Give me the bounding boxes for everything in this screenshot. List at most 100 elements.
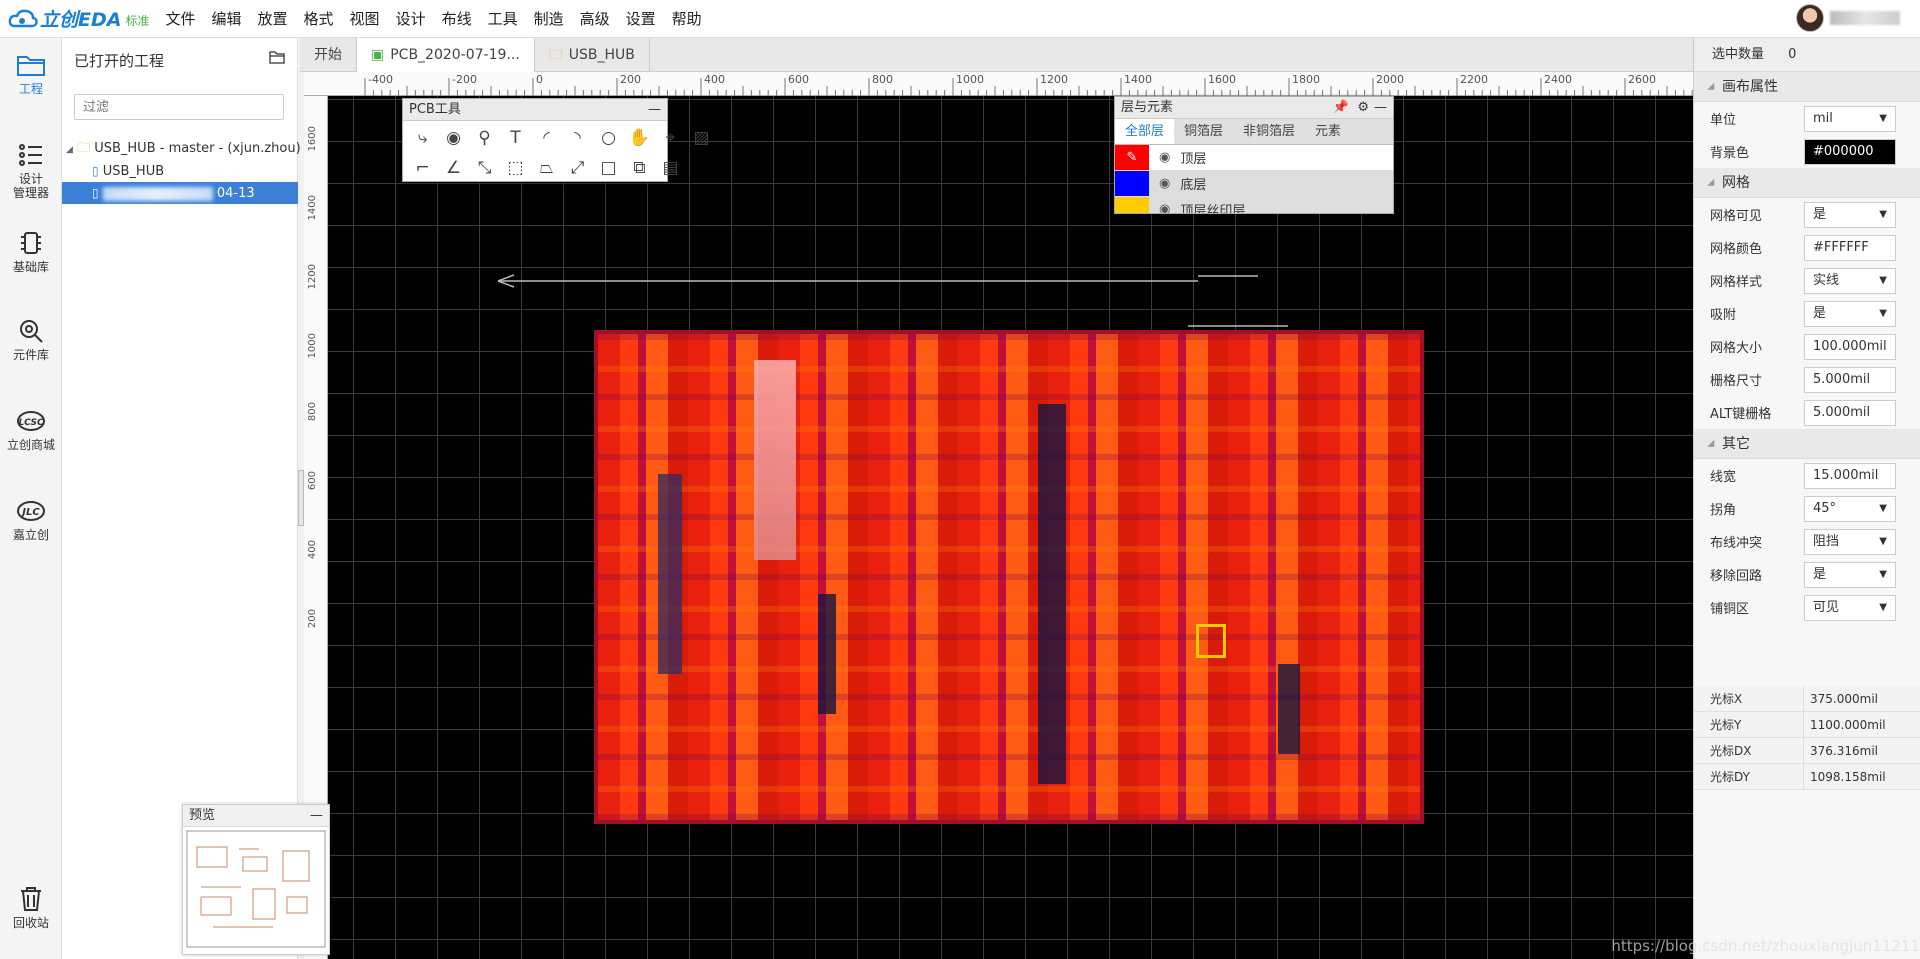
avatar[interactable]: [1796, 4, 1824, 32]
project-filter-input[interactable]: [74, 94, 284, 120]
layer-row-top[interactable]: ✎ ◉ 顶层: [1115, 145, 1393, 171]
ruler-y-label: 400: [307, 540, 318, 560]
menu-design[interactable]: 设计: [388, 0, 434, 38]
eye-icon[interactable]: ◉: [1159, 150, 1170, 165]
layer-row-top-silk[interactable]: ◉ 顶层丝印层: [1115, 197, 1393, 213]
tab-usb-hub[interactable]: 🗀 USB_HUB: [535, 38, 650, 72]
hole-tool-icon[interactable]: ⌖: [655, 123, 686, 153]
pad-tool-icon[interactable]: ◉: [438, 123, 469, 153]
nav-recycle-bin[interactable]: 回收站: [0, 886, 62, 930]
grid-style-select[interactable]: 实线 ▼: [1804, 267, 1896, 294]
tab-pcb[interactable]: ▣ PCB_2020-07-19...: [357, 38, 535, 72]
pcb-board[interactable]: [594, 330, 1424, 824]
circle-tool-icon[interactable]: ○: [593, 123, 624, 153]
nav-design-manager[interactable]: 设计 管理器: [0, 142, 62, 200]
nav-basic-lib[interactable]: 基础库: [0, 230, 62, 274]
grid-color-input[interactable]: #FFFFFF: [1804, 234, 1896, 261]
expand-triangle-icon[interactable]: ◢: [66, 145, 73, 155]
copper-area-select[interactable]: 可见 ▼: [1804, 594, 1896, 621]
tab-elements[interactable]: 元素: [1305, 119, 1351, 144]
tree-item-schematic[interactable]: ▯ USB_HUB: [62, 160, 298, 182]
select-box-tool-icon[interactable]: ⬚: [500, 153, 531, 183]
arc-tool-icon[interactable]: ◜: [531, 123, 562, 153]
alt-snap-input[interactable]: 5.000mil: [1804, 399, 1896, 426]
dropdown-arrow-icon: ▼: [1879, 112, 1887, 124]
connect-tool-icon[interactable]: ⌐: [407, 153, 438, 183]
text-tool-icon[interactable]: T: [500, 123, 531, 153]
tab-non-copper-layers[interactable]: 非铜箔层: [1233, 119, 1305, 144]
layer-color-swatch[interactable]: ✎: [1115, 145, 1149, 170]
minimize-icon[interactable]: —: [310, 805, 323, 827]
layer-color-swatch[interactable]: [1115, 197, 1149, 213]
unit-select[interactable]: mil ▼: [1804, 105, 1896, 132]
menu-advanced[interactable]: 高级: [572, 0, 618, 38]
canvas-origin-tool-icon[interactable]: ▤: [655, 153, 686, 183]
copper-area-tool-icon[interactable]: ⏢: [531, 153, 562, 183]
route-conflict-select[interactable]: 阻挡 ▼: [1804, 528, 1896, 555]
wire-tool-icon[interactable]: ⤡: [469, 153, 500, 183]
bg-color-input[interactable]: #000000: [1804, 138, 1896, 165]
remove-loop-select[interactable]: 是 ▼: [1804, 561, 1896, 588]
tab-all-layers[interactable]: 全部层: [1115, 119, 1175, 144]
menu-file[interactable]: 文件: [157, 0, 203, 38]
track-tool-icon[interactable]: ⤷: [407, 123, 438, 153]
tree-item-project[interactable]: ◢ 🗀 USB_HUB - master - (xjun.zhou): [62, 138, 301, 160]
via-tool-icon[interactable]: ⚲: [469, 123, 500, 153]
layers-header[interactable]: 层与元素 📌 ⚙ —: [1115, 97, 1393, 119]
tab-copper-layers[interactable]: 铜箔层: [1174, 119, 1233, 144]
gear-icon[interactable]: ⚙: [1357, 97, 1369, 119]
pcb-grid[interactable]: [328, 96, 1693, 959]
grid-visible-select[interactable]: 是 ▼: [1804, 201, 1896, 228]
prop-label: 移除回路: [1710, 569, 1763, 584]
menu-route[interactable]: 布线: [434, 0, 480, 38]
pan-tool-icon[interactable]: ✋: [624, 123, 655, 153]
menu-fabrication[interactable]: 制造: [526, 0, 572, 38]
preview-header[interactable]: 预览 —: [183, 805, 329, 827]
cursor-label: 光标DY: [1694, 764, 1804, 789]
corner-select[interactable]: 45° ▼: [1804, 495, 1896, 522]
selected-count-value: 0: [1788, 47, 1797, 62]
pin-icon[interactable]: 📌: [1333, 97, 1349, 119]
section-canvas-props[interactable]: 画布属性: [1694, 72, 1920, 102]
rect-tool-icon[interactable]: □: [593, 153, 624, 183]
arc2-tool-icon[interactable]: ◝: [562, 123, 593, 153]
layer-color-swatch[interactable]: [1115, 171, 1149, 196]
menu-view[interactable]: 视图: [342, 0, 388, 38]
pcb-tools-header[interactable]: PCB工具 —: [403, 99, 667, 121]
nav-project[interactable]: 工程: [0, 52, 62, 96]
ruler-x-label: 2000: [1376, 73, 1404, 86]
prop-label: 拐角: [1710, 503, 1737, 518]
menu-place[interactable]: 放置: [250, 0, 296, 38]
preview-thumbnail[interactable]: [183, 827, 329, 953]
nav-jlc[interactable]: JLC 嘉立创: [0, 498, 62, 542]
snap-select[interactable]: 是 ▼: [1804, 300, 1896, 327]
nav-lcsc[interactable]: LCSC 立创商城: [0, 408, 62, 452]
menu-format[interactable]: 格式: [296, 0, 342, 38]
tab-start[interactable]: 开始: [300, 38, 357, 72]
eye-icon[interactable]: ◉: [1159, 176, 1170, 191]
section-grid[interactable]: 网格: [1694, 168, 1920, 198]
line-width-input[interactable]: 15.000mil: [1804, 462, 1896, 489]
group-tool-icon[interactable]: ⧉: [624, 153, 655, 183]
eye-icon[interactable]: ◉: [1159, 202, 1170, 213]
menu-settings[interactable]: 设置: [618, 0, 664, 38]
layer-row-bottom[interactable]: ◉ 底层: [1115, 171, 1393, 197]
snap-size-input[interactable]: 5.000mil: [1804, 366, 1896, 393]
open-folder-icon[interactable]: [269, 50, 285, 64]
dimension-tool-icon[interactable]: ⤢: [562, 153, 593, 183]
cursor-info-table: 光标X 375.000mil 光标Y 1100.000mil 光标DX 376.316…: [1694, 686, 1920, 790]
section-other[interactable]: 其它: [1694, 429, 1920, 459]
menu-help[interactable]: 帮助: [664, 0, 710, 38]
grid-size-input[interactable]: 100.000mil: [1804, 333, 1896, 360]
image-tool-icon[interactable]: ▨: [686, 123, 717, 153]
ruler-y-label: 200: [307, 609, 318, 629]
nav-component-lib[interactable]: 元件库: [0, 318, 62, 362]
user-menu[interactable]: [1796, 4, 1900, 32]
minimize-icon[interactable]: —: [648, 99, 661, 121]
angle-tool-icon[interactable]: ∠: [438, 153, 469, 183]
menu-edit[interactable]: 编辑: [204, 0, 250, 38]
tree-item-pcb[interactable]: ▯ 04-13: [62, 182, 298, 204]
board-component-pad[interactable]: [1196, 624, 1226, 658]
minimize-icon[interactable]: —: [1374, 97, 1387, 119]
menu-tools[interactable]: 工具: [480, 0, 526, 38]
